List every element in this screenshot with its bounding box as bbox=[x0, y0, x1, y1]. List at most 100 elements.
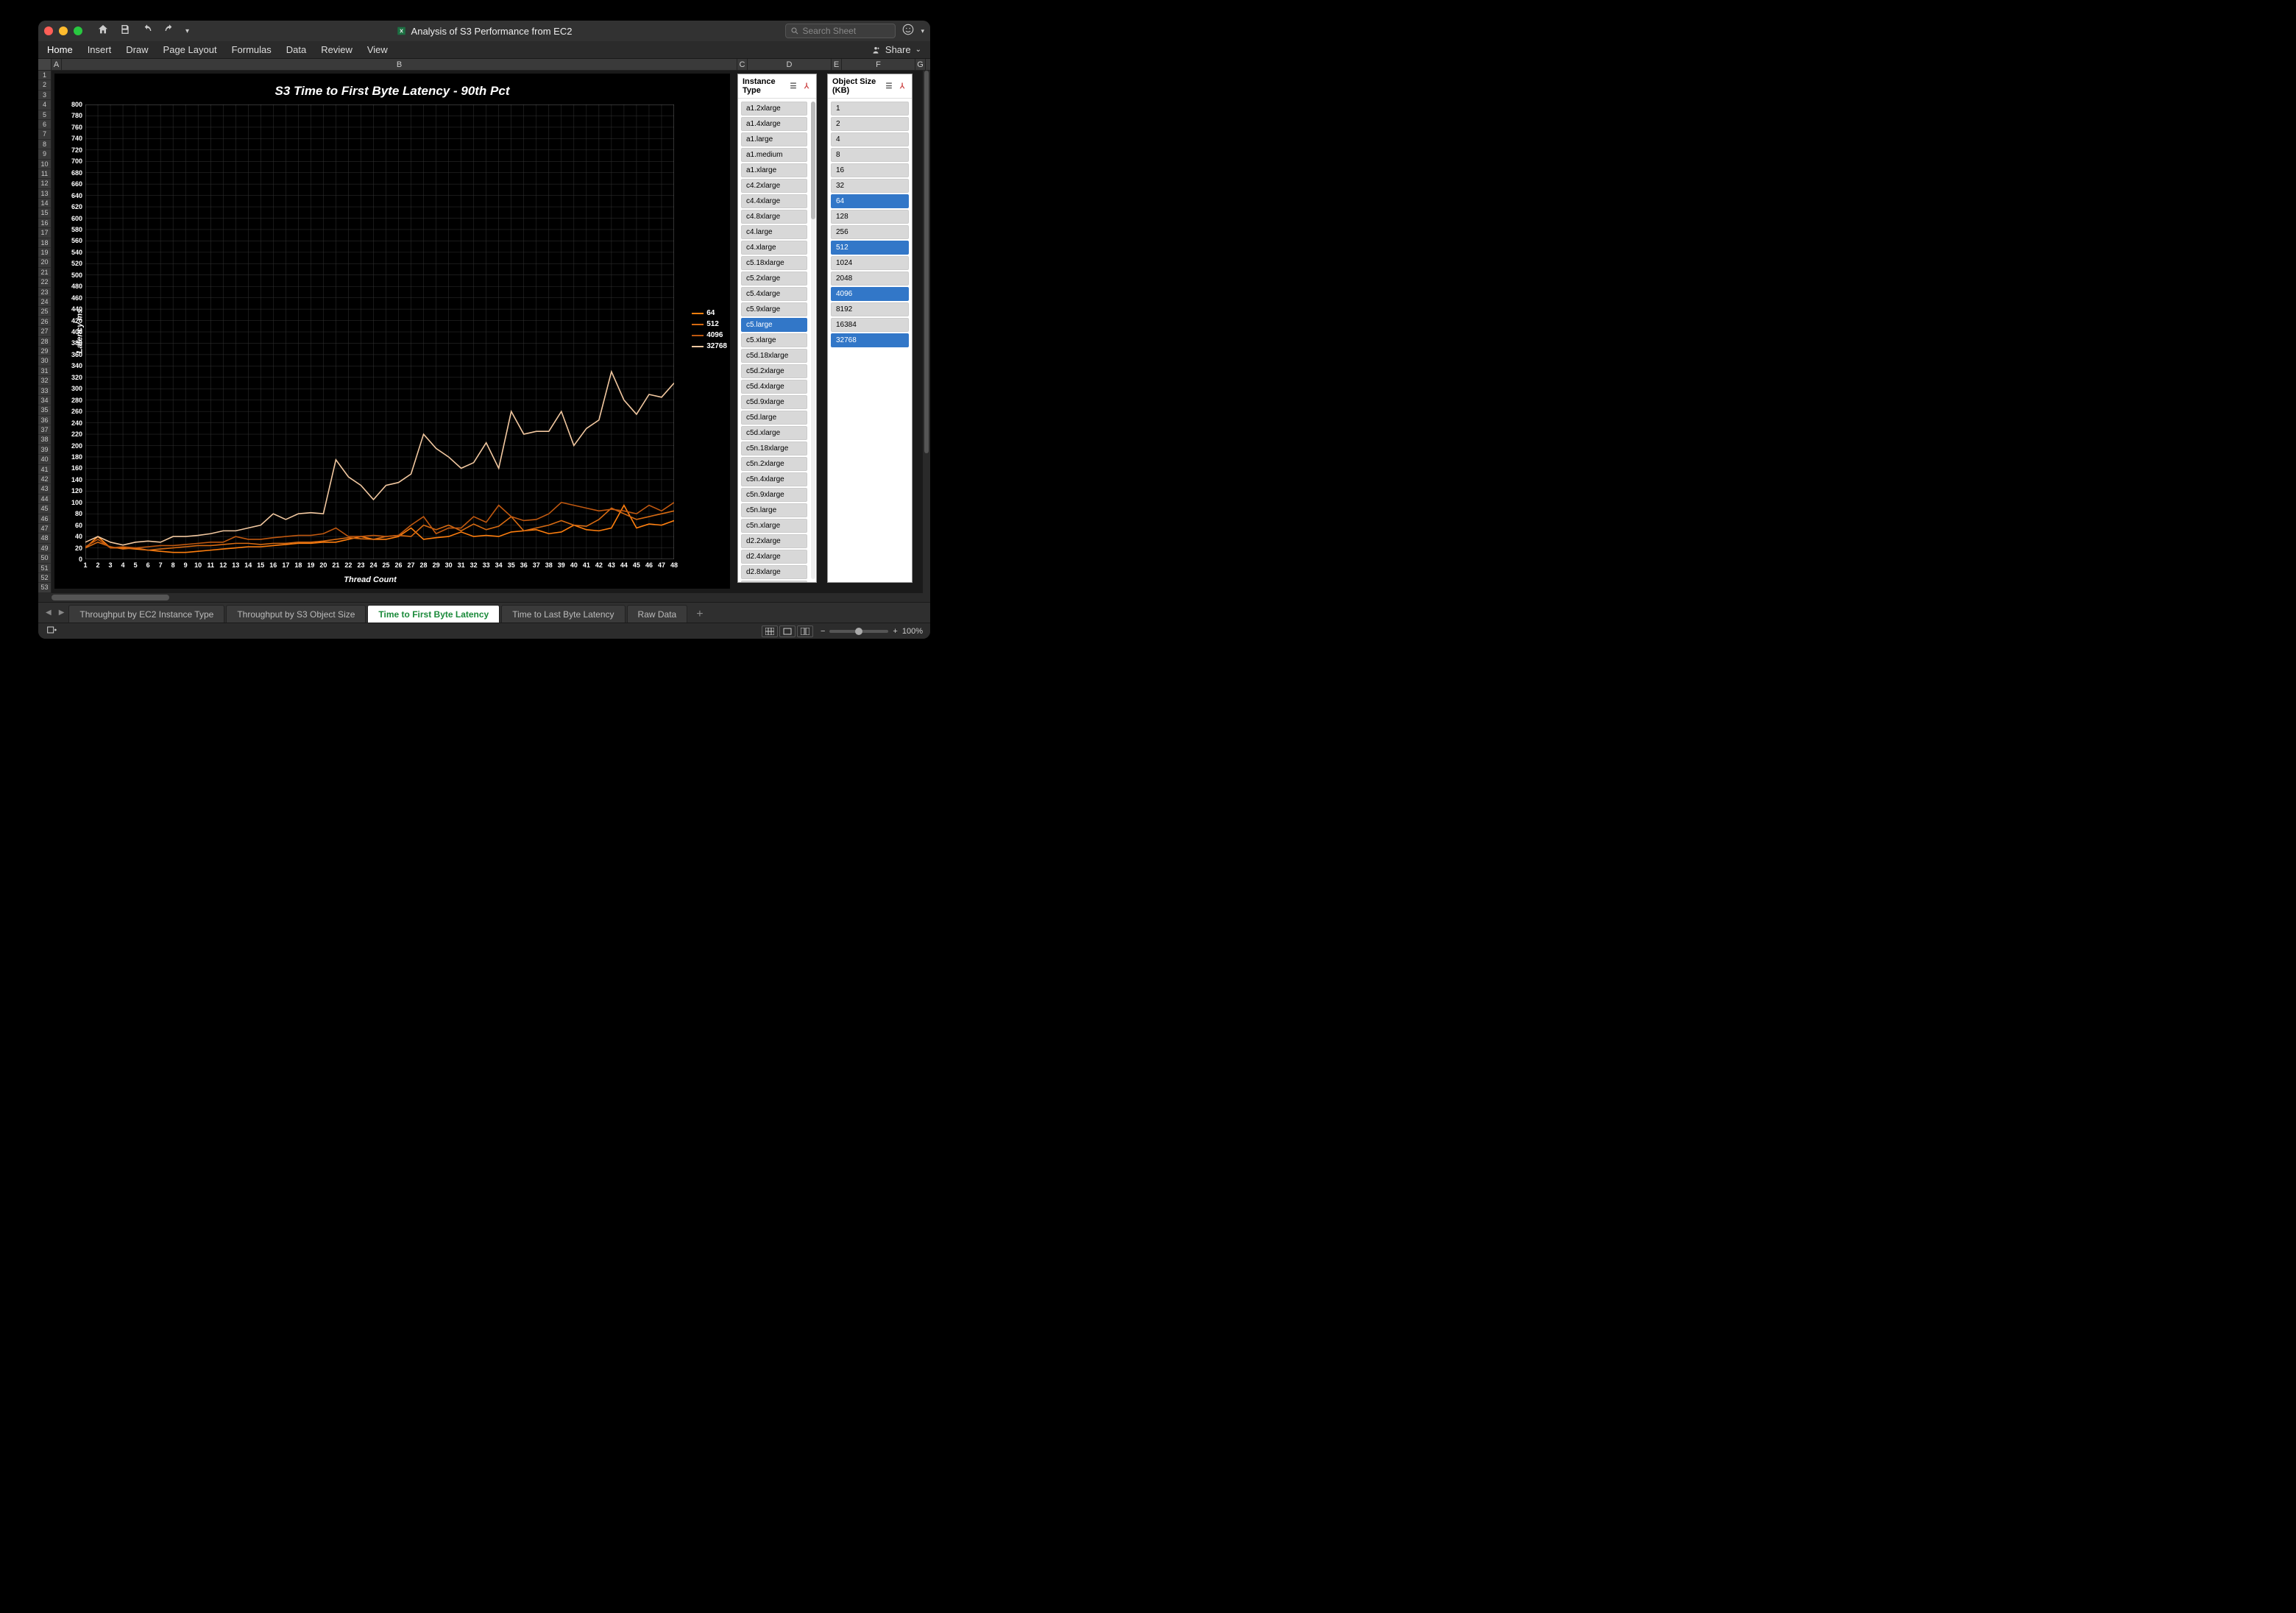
row-header[interactable]: 38 bbox=[38, 435, 51, 444]
slicer-item[interactable]: c5n.4xlarge bbox=[741, 472, 807, 486]
row-header[interactable]: 31 bbox=[38, 366, 51, 376]
row-header[interactable]: 29 bbox=[38, 347, 51, 356]
redo-icon[interactable] bbox=[163, 24, 175, 39]
slicer-item[interactable]: a1.4xlarge bbox=[741, 117, 807, 131]
row-header[interactable]: 23 bbox=[38, 288, 51, 297]
select-all-corner[interactable] bbox=[38, 59, 52, 70]
slicer-item[interactable]: a1.xlarge bbox=[741, 163, 807, 177]
row-header[interactable]: 24 bbox=[38, 297, 51, 307]
row-header[interactable]: 27 bbox=[38, 327, 51, 336]
page-layout-view-button[interactable] bbox=[779, 625, 796, 637]
row-header[interactable]: 10 bbox=[38, 160, 51, 169]
slicer-item[interactable]: c5n.large bbox=[741, 503, 807, 517]
slicer-item[interactable]: c4.2xlarge bbox=[741, 179, 807, 193]
row-header[interactable]: 19 bbox=[38, 248, 51, 258]
slicer-item[interactable]: c5d.9xlarge bbox=[741, 395, 807, 409]
row-header[interactable]: 53 bbox=[38, 583, 51, 592]
row-header[interactable]: 52 bbox=[38, 573, 51, 583]
slicer-item[interactable]: 1 bbox=[831, 102, 909, 116]
slicer-item[interactable]: c5d.18xlarge bbox=[741, 349, 807, 363]
slicer-item[interactable]: c5n.18xlarge bbox=[741, 442, 807, 455]
row-header[interactable]: 42 bbox=[38, 475, 51, 484]
ribbon-tab-formulas[interactable]: Formulas bbox=[232, 44, 272, 55]
slicer-item[interactable]: 32 bbox=[831, 179, 909, 193]
slicer-instance-type[interactable]: Instance Type ☰ ⅄ a1.2xlargea1.4xlargea1… bbox=[737, 74, 817, 583]
column-header[interactable]: F bbox=[842, 59, 915, 70]
slicer-item[interactable]: c5d.2xlarge bbox=[741, 364, 807, 378]
slicer-item[interactable]: d2.8xlarge bbox=[741, 565, 807, 579]
row-header[interactable]: 41 bbox=[38, 465, 51, 475]
qat-customize-icon[interactable]: ▾ bbox=[185, 27, 189, 35]
row-header[interactable]: 20 bbox=[38, 258, 51, 267]
slicer-item[interactable]: 8 bbox=[831, 148, 909, 162]
row-header[interactable]: 3 bbox=[38, 91, 51, 100]
slicer-item[interactable]: 16 bbox=[831, 163, 909, 177]
row-header[interactable]: 26 bbox=[38, 317, 51, 327]
slicer-multiselect-icon[interactable]: ☰ bbox=[788, 82, 798, 91]
page-break-view-button[interactable] bbox=[797, 625, 813, 637]
column-header[interactable]: B bbox=[62, 59, 737, 70]
row-header[interactable]: 22 bbox=[38, 277, 51, 287]
row-header[interactable]: 6 bbox=[38, 120, 51, 130]
row-header[interactable]: 43 bbox=[38, 484, 51, 494]
row-header[interactable]: 11 bbox=[38, 169, 51, 179]
row-header[interactable]: 2 bbox=[38, 80, 51, 90]
row-header[interactable]: 1 bbox=[38, 71, 51, 80]
sheet-tab[interactable]: Time to First Byte Latency bbox=[367, 605, 500, 623]
cells-area[interactable]: S3 Time to First Byte Latency - 90th Pct… bbox=[52, 71, 930, 593]
search-input[interactable]: Search Sheet bbox=[785, 24, 896, 38]
row-header[interactable]: 33 bbox=[38, 386, 51, 396]
scrollbar-thumb[interactable] bbox=[52, 595, 169, 600]
slicer-item[interactable]: 256 bbox=[831, 225, 909, 239]
slicer-item[interactable]: c5n.2xlarge bbox=[741, 457, 807, 471]
slicer-clear-filter-icon[interactable]: ⅄ bbox=[801, 82, 812, 91]
slicer-item[interactable]: c5d.xlarge bbox=[741, 426, 807, 440]
slicer-item[interactable]: a1.2xlarge bbox=[741, 102, 807, 116]
row-header[interactable]: 44 bbox=[38, 494, 51, 504]
row-header[interactable]: 4 bbox=[38, 100, 51, 110]
row-header[interactable]: 34 bbox=[38, 396, 51, 405]
slicer-item[interactable]: 2 bbox=[831, 117, 909, 131]
row-header[interactable]: 35 bbox=[38, 405, 51, 415]
slicer-item[interactable]: c4.large bbox=[741, 225, 807, 239]
slicer-item[interactable]: 4096 bbox=[831, 287, 909, 301]
horizontal-scrollbar[interactable] bbox=[38, 593, 930, 602]
undo-icon[interactable] bbox=[141, 24, 153, 39]
row-header[interactable]: 32 bbox=[38, 376, 51, 386]
ribbon-tab-insert[interactable]: Insert bbox=[88, 44, 112, 55]
slicer-item[interactable]: 2048 bbox=[831, 272, 909, 286]
vertical-scrollbar[interactable] bbox=[923, 71, 930, 593]
slicer-item[interactable]: d2.xlarge bbox=[741, 581, 807, 582]
row-header[interactable]: 9 bbox=[38, 149, 51, 159]
slicer-item[interactable]: d2.2xlarge bbox=[741, 534, 807, 548]
row-header[interactable]: 36 bbox=[38, 416, 51, 425]
sheet-nav-next[interactable]: ▶ bbox=[56, 609, 68, 617]
slicer-item[interactable]: 512 bbox=[831, 241, 909, 255]
slicer-item[interactable]: c5.xlarge bbox=[741, 333, 807, 347]
row-header[interactable]: 40 bbox=[38, 455, 51, 464]
row-header[interactable]: 14 bbox=[38, 199, 51, 208]
slicer-item[interactable]: c5.4xlarge bbox=[741, 287, 807, 301]
slicer-item[interactable]: c5.18xlarge bbox=[741, 256, 807, 270]
row-header[interactable]: 39 bbox=[38, 445, 51, 455]
ribbon-tab-home[interactable]: Home bbox=[47, 44, 73, 55]
slicer-clear-filter-icon[interactable]: ⅄ bbox=[897, 82, 907, 91]
row-header[interactable]: 13 bbox=[38, 189, 51, 199]
row-header[interactable]: 25 bbox=[38, 307, 51, 316]
row-header[interactable]: 8 bbox=[38, 140, 51, 149]
row-header[interactable]: 51 bbox=[38, 564, 51, 573]
row-header[interactable]: 18 bbox=[38, 238, 51, 248]
row-header[interactable]: 21 bbox=[38, 268, 51, 277]
sheet-tab[interactable]: Time to Last Byte Latency bbox=[501, 605, 625, 623]
column-header[interactable]: D bbox=[748, 59, 832, 70]
ribbon-collapse-icon[interactable]: ⌄ bbox=[915, 46, 921, 54]
row-header[interactable]: 16 bbox=[38, 219, 51, 228]
row-header[interactable]: 47 bbox=[38, 524, 51, 533]
column-header[interactable]: G bbox=[915, 59, 926, 70]
slicer-item[interactable]: c4.8xlarge bbox=[741, 210, 807, 224]
slicer-item[interactable]: 1024 bbox=[831, 256, 909, 270]
row-header[interactable]: 7 bbox=[38, 130, 51, 139]
row-header[interactable]: 37 bbox=[38, 425, 51, 435]
slicer-item[interactable]: 32768 bbox=[831, 333, 909, 347]
slicer-item[interactable]: c4.4xlarge bbox=[741, 194, 807, 208]
